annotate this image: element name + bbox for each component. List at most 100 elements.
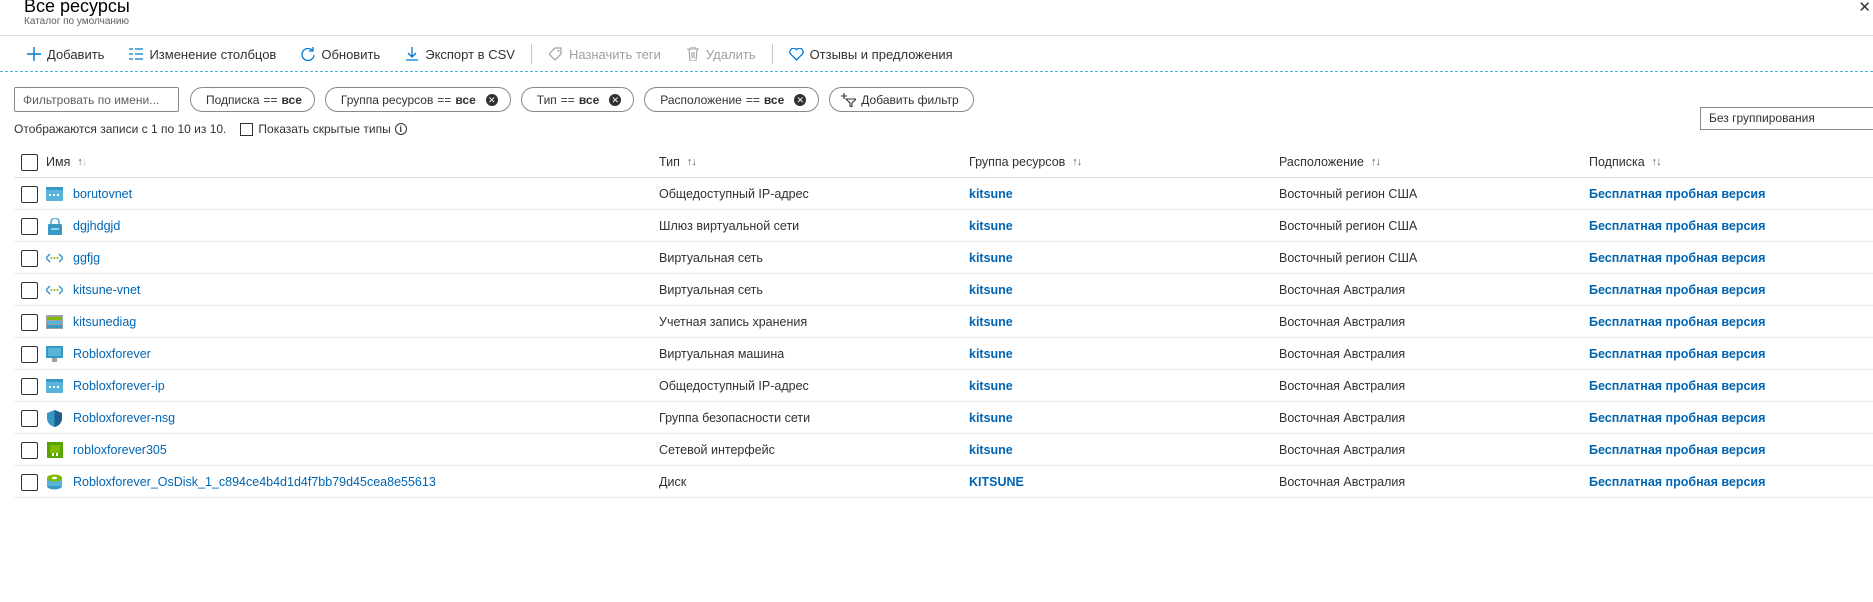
feedback-button[interactable]: Отзывы и предложения	[777, 42, 965, 66]
column-header-resource-group[interactable]: Группа ресурсов ↑↓	[969, 146, 1082, 178]
pill-operator: ==	[560, 92, 575, 107]
edit-columns-label: Изменение столбцов	[149, 46, 277, 62]
row-checkbox[interactable]	[21, 274, 38, 306]
resource-group-cell: kitsune	[969, 242, 1013, 274]
select-all-checkbox[interactable]	[21, 146, 38, 178]
resource-name-link[interactable]: borutovnet	[73, 187, 132, 201]
table-row[interactable]: robloxforever305 Сетевой интерфейс kitsune…	[14, 434, 1873, 466]
assign-tags-label: Назначить теги	[568, 46, 661, 62]
resource-name-link[interactable]: ggfjg	[73, 251, 100, 265]
edit-columns-button[interactable]: Изменение столбцов	[116, 42, 288, 66]
row-checkbox[interactable]	[21, 306, 38, 338]
public-ip-icon	[46, 186, 63, 203]
add-filter-button[interactable]: Добавить фильтр	[829, 87, 974, 112]
row-checkbox[interactable]	[21, 434, 38, 466]
subscription-link[interactable]: Бесплатная пробная версия	[1589, 187, 1765, 201]
resource-name-link[interactable]: kitsunediag	[73, 315, 136, 329]
column-header-location[interactable]: Расположение ↑↓	[1279, 146, 1381, 178]
table-row[interactable]: Robloxforever-nsg Группа безопасности сет…	[14, 402, 1873, 434]
resource-name-link[interactable]: Robloxforever_OsDisk_1_c894ce4b4d1d4f7bb…	[73, 475, 436, 489]
subscription-link[interactable]: Бесплатная пробная версия	[1589, 283, 1765, 297]
name-filter-input[interactable]: Фильтровать по имени...	[14, 87, 179, 112]
resource-group-link[interactable]: kitsune	[969, 315, 1013, 329]
subscription-cell: Бесплатная пробная версия	[1589, 210, 1765, 242]
column-header-name[interactable]: Имя ↑↓	[46, 146, 87, 178]
table-row[interactable]: dgjhdgjd Шлюз виртуальной сети kitsune Вост…	[14, 210, 1873, 242]
delete-button[interactable]: Удалить	[673, 42, 768, 66]
row-checkbox[interactable]	[21, 466, 38, 498]
trash-icon	[685, 46, 701, 62]
row-checkbox[interactable]	[21, 210, 38, 242]
subscription-link[interactable]: Бесплатная пробная версия	[1589, 347, 1765, 361]
assign-tags-button[interactable]: Назначить теги	[536, 42, 673, 66]
column-header-type[interactable]: Тип ↑↓	[659, 146, 697, 178]
resource-group-cell: kitsune	[969, 178, 1013, 210]
resource-group-link[interactable]: kitsune	[969, 187, 1013, 201]
add-button[interactable]: Добавить	[14, 42, 116, 66]
remove-filter-icon[interactable]: ✕	[609, 93, 622, 106]
resource-group-cell: kitsune	[969, 274, 1013, 306]
resource-group-link[interactable]: kitsune	[969, 347, 1013, 361]
plus-icon	[26, 46, 42, 62]
subscription-link[interactable]: Бесплатная пробная версия	[1589, 219, 1765, 233]
resource-group-cell: kitsune	[969, 338, 1013, 370]
type-filter-pill[interactable]: Тип == все ✕	[520, 87, 635, 112]
records-count-text: Отображаются записи с 1 по 10 из 10.	[14, 122, 227, 136]
row-checkbox[interactable]	[21, 402, 38, 434]
row-checkbox[interactable]	[21, 370, 38, 402]
resource-group-link[interactable]: kitsune	[969, 443, 1013, 457]
resource-name-cell: Robloxforever-ip	[46, 370, 165, 402]
subscription-link[interactable]: Бесплатная пробная версия	[1589, 315, 1765, 329]
tag-icon	[548, 46, 564, 62]
location-cell: Восточная Австралия	[1279, 347, 1406, 361]
remove-filter-icon[interactable]: ✕	[485, 93, 498, 106]
subscription-link[interactable]: Бесплатная пробная версия	[1589, 411, 1765, 425]
resource-type-cell: Диск	[659, 475, 687, 489]
resource-name-link[interactable]: robloxforever305	[73, 443, 167, 457]
resource-name-cell: Robloxforever_OsDisk_1_c894ce4b4d1d4f7bb…	[46, 466, 436, 498]
resource-group-link[interactable]: kitsune	[969, 219, 1013, 233]
subscription-filter-pill[interactable]: Подписка == все	[190, 87, 315, 112]
subscription-cell: Бесплатная пробная версия	[1589, 178, 1765, 210]
resource-name-link[interactable]: Robloxforever-nsg	[73, 411, 175, 425]
row-checkbox[interactable]	[21, 178, 38, 210]
table-row[interactable]: ggfjg Виртуальная сеть kitsune Восточный ре…	[14, 242, 1873, 274]
subscription-link[interactable]: Бесплатная пробная версия	[1589, 443, 1765, 457]
pill-operator: ==	[745, 92, 760, 107]
resource-name-link[interactable]: dgjhdgjd	[73, 219, 120, 233]
location-filter-pill[interactable]: Расположение == все ✕	[644, 87, 820, 112]
export-csv-button[interactable]: Экспорт в CSV	[392, 42, 527, 66]
sort-icon: ↑↓	[686, 156, 697, 168]
grouping-dropdown[interactable]: Без группирования	[1700, 107, 1873, 130]
subscription-link[interactable]: Бесплатная пробная версия	[1589, 251, 1765, 265]
resource-name-link[interactable]: Robloxforever	[73, 347, 151, 361]
row-checkbox[interactable]	[21, 242, 38, 274]
show-hidden-types-checkbox[interactable]: Показать скрытые типы i	[240, 122, 407, 136]
resource-group-link[interactable]: kitsune	[969, 411, 1013, 425]
table-row[interactable]: kitsune-vnet Виртуальная сеть kitsune Восто…	[14, 274, 1873, 306]
close-icon[interactable]: ✕	[1858, 0, 1871, 16]
row-checkbox[interactable]	[21, 338, 38, 370]
resource-name-link[interactable]: kitsune-vnet	[73, 283, 140, 297]
subscription-link[interactable]: Бесплатная пробная версия	[1589, 379, 1765, 393]
remove-filter-icon[interactable]: ✕	[794, 93, 807, 106]
column-header-subscription[interactable]: Подписка ↑↓	[1589, 146, 1662, 178]
table-body: borutovnet Общедоступный IP-адрес kitsune В…	[14, 178, 1873, 498]
resource-group-link[interactable]: kitsune	[969, 283, 1013, 297]
resource-name-link[interactable]: Robloxforever-ip	[73, 379, 165, 393]
table-row[interactable]: Robloxforever_OsDisk_1_c894ce4b4d1d4f7bb…	[14, 466, 1873, 498]
table-row[interactable]: kitsunediag Учетная запись хранения kitsun…	[14, 306, 1873, 338]
info-icon[interactable]: i	[394, 123, 407, 135]
resource-group-filter-pill[interactable]: Группа ресурсов == все ✕	[324, 87, 511, 112]
subscription-link[interactable]: Бесплатная пробная версия	[1589, 475, 1765, 489]
table-row[interactable]: borutovnet Общедоступный IP-адрес kitsune В…	[14, 178, 1873, 210]
resource-group-link[interactable]: kitsune	[969, 379, 1013, 393]
sort-icon: ↑↓	[1370, 156, 1381, 168]
refresh-button[interactable]: Обновить	[288, 42, 392, 66]
pill-operator: ==	[263, 92, 278, 107]
table-row[interactable]: Robloxforever-ip Общедоступный IP-адрес ki…	[14, 370, 1873, 402]
table-row[interactable]: Robloxforever Виртуальная машина kitsune Во…	[14, 338, 1873, 370]
resource-group-link[interactable]: KITSUNE	[969, 475, 1024, 489]
resource-group-link[interactable]: kitsune	[969, 251, 1013, 265]
add-filter-label: Добавить фильтр	[861, 92, 959, 107]
